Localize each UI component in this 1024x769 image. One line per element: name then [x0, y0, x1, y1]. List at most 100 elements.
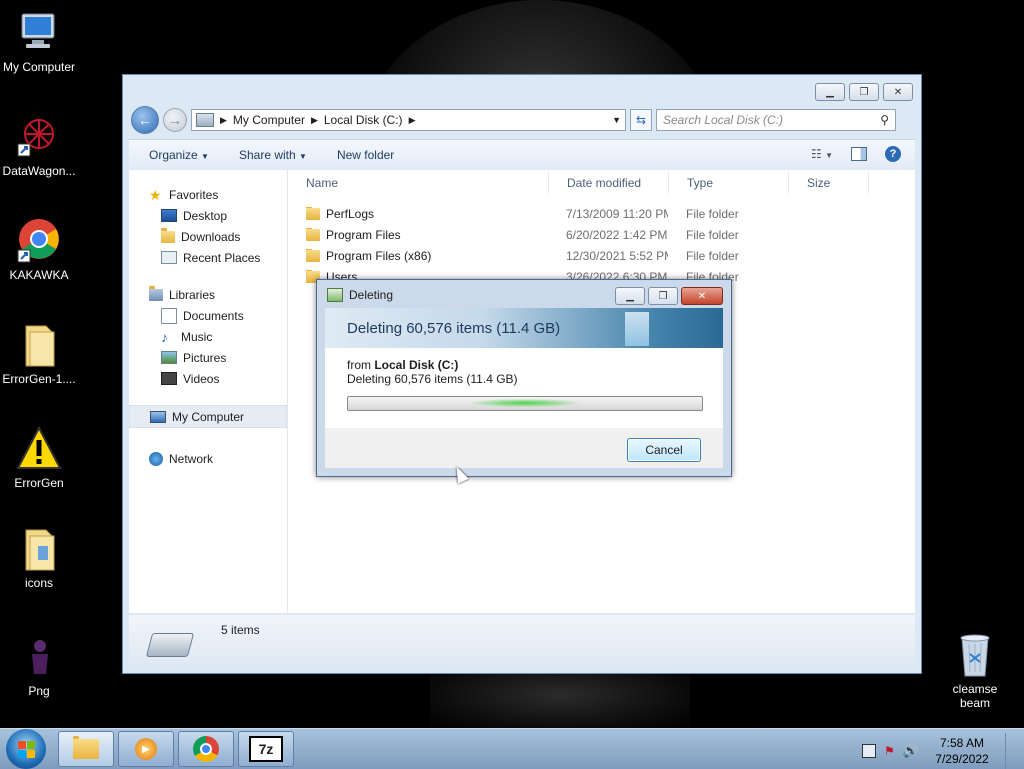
folder-icon [16, 322, 62, 368]
dialog-minimize-button[interactable]: ▁ [615, 287, 645, 305]
view-options-icon[interactable]: ☷ ▼ [811, 147, 833, 161]
desktop-icon-png[interactable]: Png [0, 634, 78, 698]
drive-icon [196, 113, 214, 127]
chevron-down-icon: ▼ [299, 152, 307, 161]
help-icon[interactable]: ? [885, 146, 901, 162]
address-row: ← → ▶ My Computer ▶ Local Disk (C:) ▶ ▼ … [131, 106, 913, 134]
media-player-icon: ▶ [135, 738, 157, 760]
refresh-icon: ⇆ [635, 113, 647, 127]
network-icon [149, 451, 163, 466]
explorer-window-controls: ▁ ❐ ✕ [815, 83, 913, 101]
column-name[interactable]: Name [288, 171, 549, 195]
chevron-right-icon: ▶ [220, 114, 227, 125]
taskbar-explorer[interactable] [58, 731, 114, 767]
taskbar: ▶ 7z ⚑ 🔊 7:58 AM 7/29/2022 [0, 728, 1024, 769]
recent-places-icon [161, 251, 177, 264]
nav-downloads[interactable]: Downloads [129, 226, 287, 247]
pictures-icon [161, 351, 177, 364]
taskbar-7zip[interactable]: 7z [238, 731, 294, 767]
back-button[interactable]: ← [131, 106, 159, 134]
nav-desktop[interactable]: Desktop [129, 205, 287, 226]
minimize-button[interactable]: ▁ [815, 83, 845, 101]
dialog-title: Deleting [327, 288, 393, 302]
desktop-icon-kakawka[interactable]: KAKAWKA [0, 218, 78, 282]
desktop-icon-errorgen-folder[interactable]: ErrorGen-1.... [0, 322, 78, 386]
organize-button[interactable]: Organize ▼ [149, 148, 209, 162]
action-center-icon[interactable]: ⚑ [884, 744, 895, 758]
nav-libraries[interactable]: Libraries [129, 284, 287, 305]
computer-icon [150, 410, 166, 423]
chrome-icon [16, 218, 62, 264]
folder-icon [16, 526, 62, 572]
folder-icon [306, 227, 320, 241]
datawagon-icon [16, 114, 62, 160]
desktop-icon-icons-folder[interactable]: icons [0, 526, 78, 590]
column-size[interactable]: Size [789, 171, 869, 195]
maximize-button[interactable]: ❐ [849, 83, 879, 101]
share-with-button[interactable]: Share with ▼ [239, 148, 307, 162]
nav-recent-places[interactable]: Recent Places [129, 247, 287, 268]
new-folder-button[interactable]: New folder [337, 148, 394, 162]
chevron-down-icon[interactable]: ▼ [612, 115, 621, 125]
start-button[interactable] [6, 729, 46, 769]
delete-detail: Deleting 60,576 items (11.4 GB) [347, 372, 518, 386]
folder-icon [306, 248, 320, 262]
recycle-bin-animation [625, 312, 649, 346]
taskbar-media-player[interactable]: ▶ [118, 731, 174, 767]
chevron-right-icon: ▶ [408, 114, 416, 125]
desktop-icon-errorgen[interactable]: ErrorGen [0, 425, 78, 490]
table-row[interactable]: Program Files 6/20/2022 1:42 PM File fol… [288, 224, 915, 245]
close-button[interactable]: ✕ [883, 83, 913, 101]
nav-network[interactable]: Network [129, 448, 287, 469]
column-type[interactable]: Type [669, 171, 789, 195]
dialog-window-controls: ▁ ❐ ✕ [615, 287, 723, 305]
chevron-down-icon: ▼ [201, 152, 209, 161]
show-desktop-button[interactable] [1005, 733, 1016, 769]
dialog-maximize-button[interactable]: ❐ [648, 287, 678, 305]
dialog-header: Deleting 60,576 items (11.4 GB) [325, 308, 723, 348]
column-headers: Name Date modified Type Size [288, 170, 915, 197]
breadcrumb-local-disk[interactable]: Local Disk (C:) [324, 113, 403, 127]
navigation-pane: ★ Favorites Desktop Downloads Recent Pla… [129, 170, 288, 613]
nav-documents[interactable]: Documents [129, 305, 287, 326]
nav-my-computer[interactable]: My Computer [129, 405, 287, 428]
nav-music[interactable]: ♪ Music [129, 326, 287, 347]
nav-pictures[interactable]: Pictures [129, 347, 287, 368]
cancel-button[interactable]: Cancel [627, 438, 701, 462]
command-bar: Organize ▼ Share with ▼ New folder ☷ ▼ ? [129, 139, 915, 171]
nav-favorites[interactable]: ★ Favorites [129, 184, 287, 205]
progress-glow [471, 399, 579, 407]
star-icon: ★ [149, 186, 162, 203]
drive-icon [145, 633, 195, 657]
forward-button[interactable]: → [163, 108, 187, 132]
libraries-icon [149, 285, 163, 301]
desktop-icon [161, 209, 177, 222]
explorer-icon [73, 736, 99, 759]
item-count: 5 items [221, 623, 260, 637]
table-row[interactable]: PerfLogs 7/13/2009 11:20 PM File folder [288, 203, 915, 224]
volume-icon[interactable]: 🔊 [903, 743, 919, 759]
dialog-body: from Local Disk (C:) Deleting 60,576 ite… [325, 348, 723, 428]
status-bar: 5 items [129, 615, 915, 667]
chrome-icon [193, 736, 219, 762]
windows-logo-icon [17, 740, 35, 758]
refresh-button[interactable]: ⇆ [630, 109, 652, 131]
computer-icon [16, 10, 62, 56]
desktop-icon-recycle-bin[interactable]: cleamse beam [936, 632, 1014, 710]
desktop-icon-my-computer[interactable]: My Computer [0, 10, 78, 74]
breadcrumb-my-computer[interactable]: My Computer [233, 113, 305, 127]
dialog-close-button[interactable]: ✕ [681, 287, 723, 305]
music-icon: ♪ [161, 328, 168, 345]
desktop-icon-datawagon[interactable]: DataWagon... [0, 114, 78, 178]
column-date-modified[interactable]: Date modified [549, 171, 669, 195]
address-bar[interactable]: ▶ My Computer ▶ Local Disk (C:) ▶ ▼ [191, 109, 626, 131]
table-row[interactable]: Program Files (x86) 12/30/2021 5:52 PM F… [288, 245, 915, 266]
nav-videos[interactable]: Videos [129, 368, 287, 389]
png-icon [16, 634, 62, 680]
downloads-folder-icon [161, 227, 175, 243]
network-tray-icon[interactable] [862, 744, 877, 758]
search-input[interactable]: Search Local Disk (C:) ⚲ [656, 109, 896, 131]
taskbar-chrome[interactable] [178, 731, 234, 767]
clock[interactable]: 7:58 AM 7/29/2022 [927, 735, 997, 767]
preview-pane-icon[interactable] [851, 147, 867, 161]
